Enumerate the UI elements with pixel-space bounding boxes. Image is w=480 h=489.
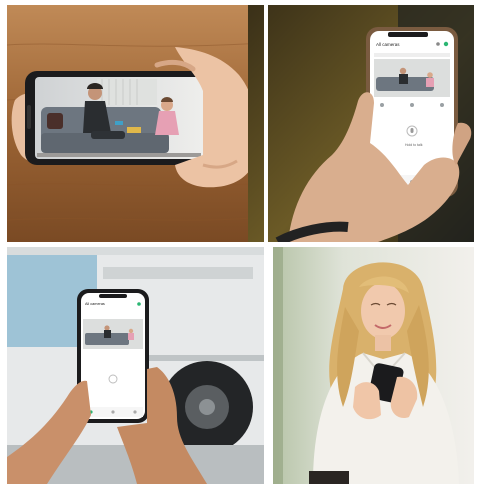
settings-icon	[436, 42, 440, 46]
panel-landscape-phone	[7, 5, 264, 242]
app-header-title: All cameras	[376, 42, 400, 47]
app-header-title-bus: All cameras	[85, 302, 105, 306]
divider-vertical-top	[264, 5, 268, 242]
panel-bus-phone-scene: All cameras	[7, 247, 264, 484]
divider-horizontal	[7, 242, 474, 247]
panel-woman-phone-scene	[273, 247, 474, 484]
panel-portrait-phone: All cameras Hold to talk	[248, 5, 474, 242]
plus-icon	[137, 302, 141, 306]
image-collage: All cameras Hold to talk All cameras	[0, 0, 480, 489]
face	[361, 283, 405, 339]
phone-screen-app-bus	[81, 293, 145, 419]
panel-bus-phone: All cameras	[7, 247, 264, 484]
left-hand-woman	[353, 382, 381, 420]
panel-landscape-phone-scene	[7, 5, 264, 242]
plus-icon	[443, 41, 449, 47]
panel-portrait-phone-scene: All cameras Hold to talk	[248, 5, 474, 242]
girl-dress	[155, 111, 179, 135]
cushion	[47, 113, 63, 129]
panel-woman-phone	[273, 247, 474, 484]
divider-vertical-bottom	[264, 247, 273, 484]
talk-label: Hold to talk	[405, 143, 423, 147]
